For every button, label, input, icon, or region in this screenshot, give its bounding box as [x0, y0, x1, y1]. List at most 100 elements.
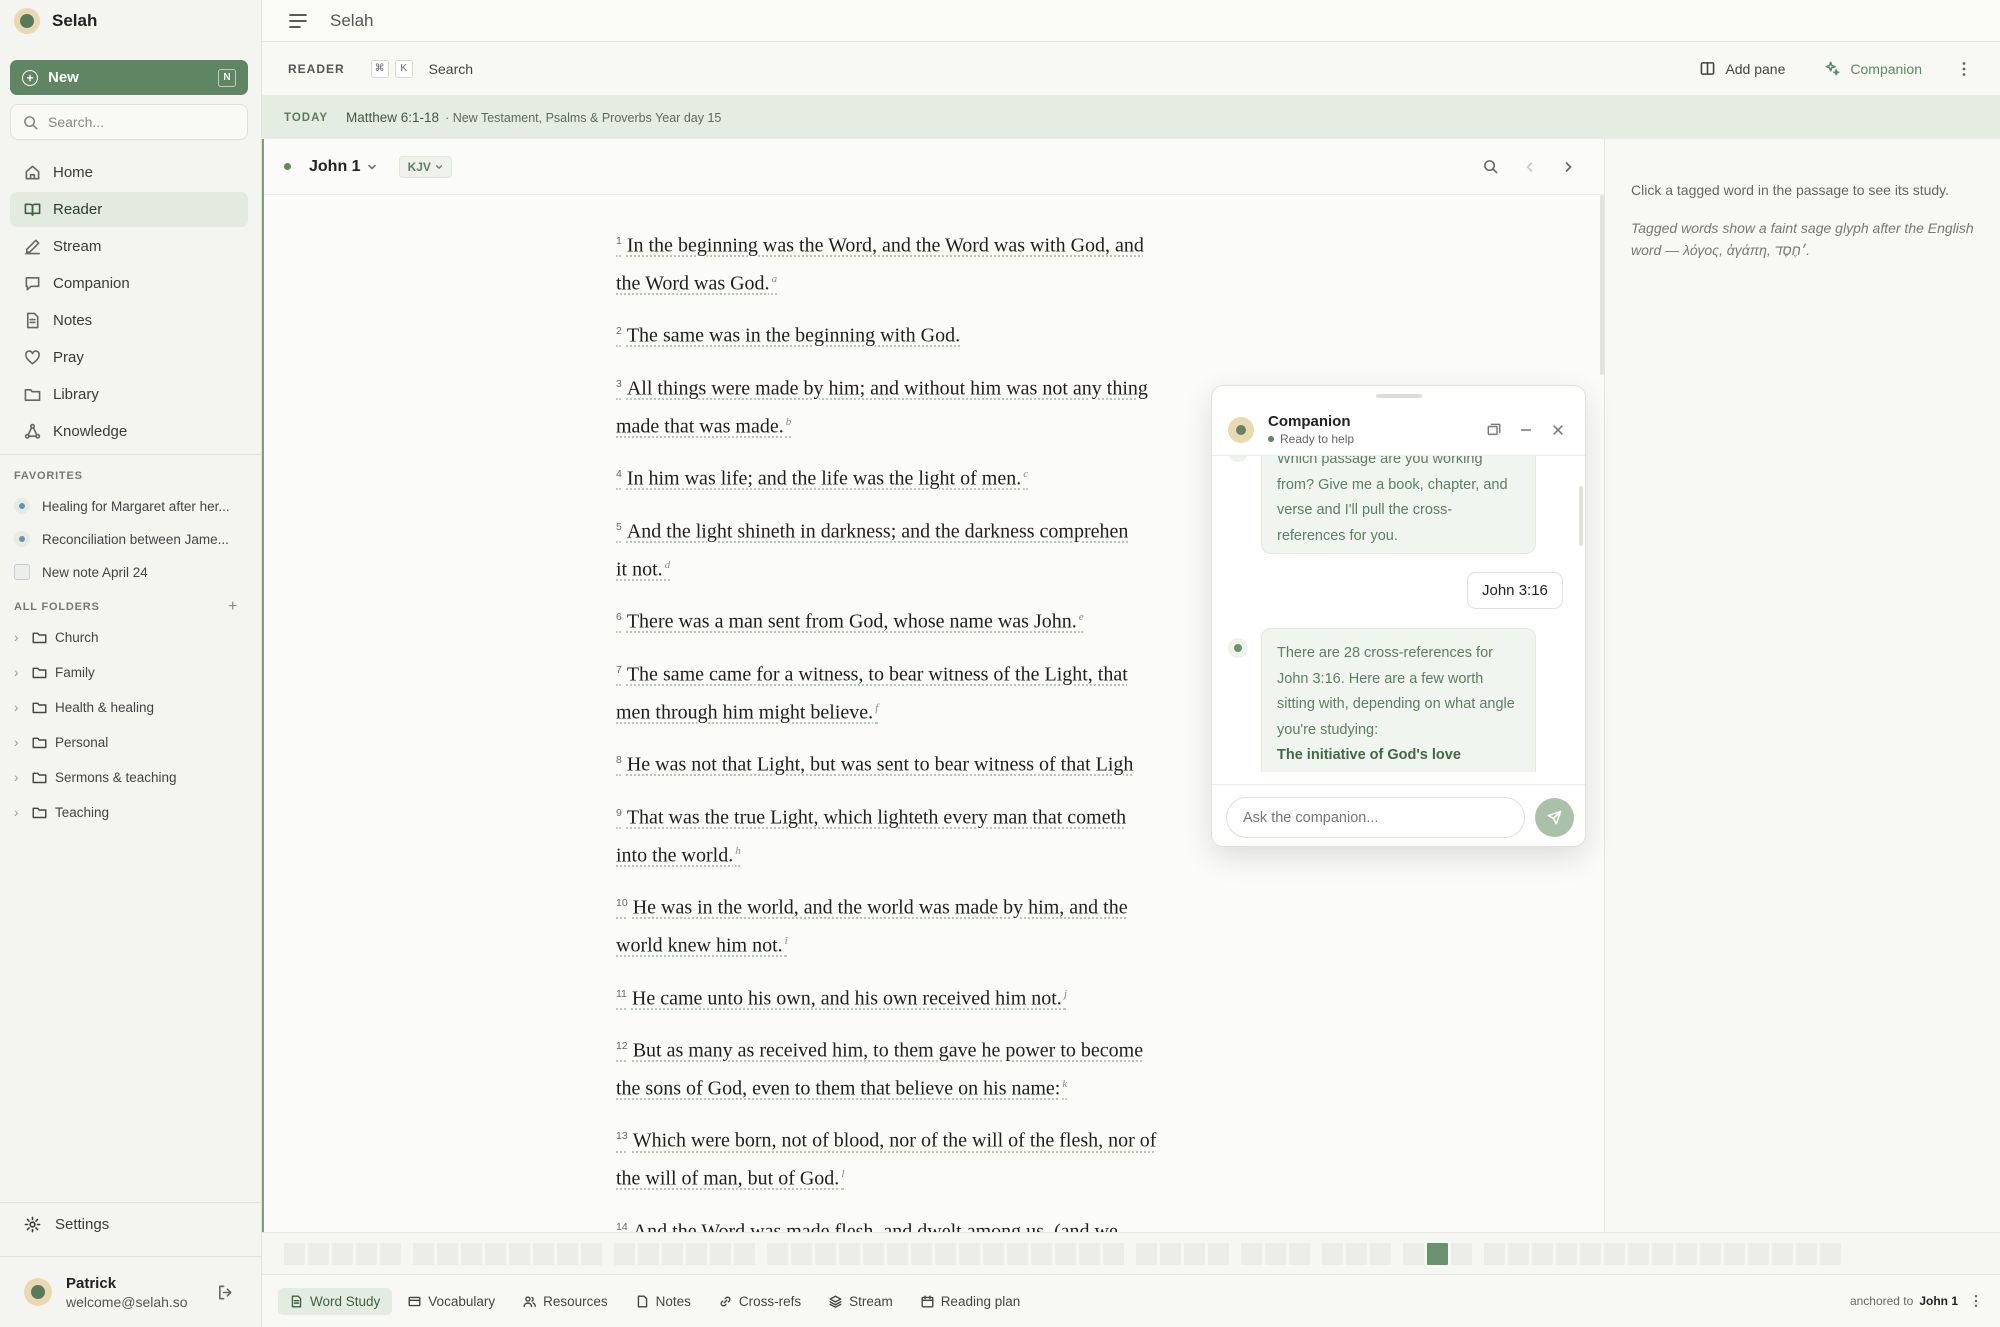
timeline-segment[interactable] [1103, 1242, 1124, 1265]
timeline-segment[interactable] [1508, 1242, 1529, 1265]
footnote-marker[interactable]: j [1064, 988, 1067, 1000]
chevron-right-icon[interactable]: › [14, 805, 24, 820]
timeline-segment[interactable] [1322, 1242, 1343, 1265]
verse-text[interactable]: He was in the world, and the world was m… [633, 897, 1128, 919]
sidebar-search[interactable]: Search... [10, 104, 248, 140]
timeline-segment[interactable] [1055, 1242, 1076, 1265]
verse-text[interactable]: it not. [616, 558, 663, 580]
verse-text[interactable]: The same was in the beginning with God. [627, 325, 960, 347]
verse-text[interactable]: But as many as received him, to them gav… [633, 1040, 1143, 1062]
verse-line[interactable]: world knew him not. i [616, 925, 1256, 963]
timeline-segment[interactable] [284, 1242, 305, 1265]
timeline-segment[interactable] [1451, 1242, 1472, 1265]
search-icon[interactable] [1483, 159, 1498, 174]
sidebar-item-pray[interactable]: Pray [10, 340, 248, 375]
add-pane-button[interactable]: Add pane [1700, 61, 1785, 77]
verse-line[interactable]: 4 In him was life; and the life was the l… [616, 458, 1256, 496]
timeline-segment[interactable] [1820, 1242, 1841, 1265]
verse-line[interactable]: it not. d [616, 549, 1256, 587]
verse-text[interactable]: made that was made. [616, 415, 784, 437]
chevron-right-icon[interactable] [1562, 161, 1574, 173]
timeline-segment[interactable] [1265, 1242, 1286, 1265]
version-selector[interactable]: KJV [398, 155, 452, 178]
tab-stream[interactable]: Stream [817, 1288, 905, 1315]
chevron-left-icon[interactable] [1524, 161, 1536, 173]
verse[interactable]: 11 He came unto his own, and his own rece… [616, 978, 1256, 1016]
chevron-right-icon[interactable]: › [14, 770, 24, 785]
folder-item[interactable]: › Health & healing [14, 692, 244, 722]
sidebar-item-stream[interactable]: Stream [10, 229, 248, 264]
verse[interactable]: 4 In him was life; and the life was the l… [616, 458, 1256, 496]
chevron-right-icon[interactable]: › [14, 665, 24, 680]
chapter-timeline[interactable] [262, 1232, 2000, 1274]
tab-reading-plan[interactable]: Reading plan [909, 1288, 1033, 1315]
verse-line[interactable]: the sons of God, even to them that belie… [616, 1068, 1256, 1106]
favorite-item[interactable]: Reconciliation between Jame... [14, 524, 244, 554]
close-icon[interactable] [1551, 423, 1565, 437]
sidebar-item-companion[interactable]: Companion [10, 266, 248, 301]
today-reference[interactable]: Matthew 6:1-18 [346, 110, 439, 125]
timeline-segment[interactable] [638, 1242, 659, 1265]
verse-line[interactable]: 5 And the light shineth in darkness; and … [616, 511, 1256, 549]
verse-text[interactable]: All things were made by him; and without… [627, 378, 1148, 400]
verse[interactable]: 1 In the beginning was the Word, and the … [616, 225, 1256, 300]
timeline-segment[interactable] [1403, 1242, 1424, 1265]
footnote-marker[interactable]: h [735, 845, 741, 857]
footnote-marker[interactable]: k [1062, 1078, 1067, 1090]
verse-line[interactable]: 2 The same was in the beginning with God. [616, 315, 1256, 353]
timeline-segment[interactable] [863, 1242, 884, 1265]
timeline-segment[interactable] [437, 1242, 458, 1265]
footnote-marker[interactable]: l [841, 1168, 844, 1180]
verse-text[interactable]: the Word was God. [616, 272, 770, 294]
verse-text[interactable]: into the world. [616, 844, 733, 866]
timeline-segment-current[interactable] [1427, 1242, 1448, 1265]
timeline-segment[interactable] [1772, 1242, 1793, 1265]
timeline-segment[interactable] [1160, 1242, 1181, 1265]
timeline-segment[interactable] [686, 1242, 707, 1265]
verse-text[interactable]: the will of man, but of God. [616, 1168, 839, 1190]
verse-line[interactable]: 13 Which were born, not of blood, nor of … [616, 1120, 1256, 1158]
sidebar-item-library[interactable]: Library [10, 377, 248, 412]
timeline-segment[interactable] [1556, 1242, 1577, 1265]
footnote-marker[interactable]: b [786, 416, 792, 428]
tab-notes[interactable]: Notes [624, 1288, 703, 1315]
footnote-marker[interactable]: e [1079, 611, 1084, 623]
timeline-segment[interactable] [815, 1242, 836, 1265]
settings-button[interactable]: Settings [24, 1216, 109, 1233]
verse-text[interactable]: And the light shineth in darkness; and t… [627, 521, 1129, 543]
verse[interactable]: 8 He was not that Light, but was sent to … [616, 744, 1256, 782]
timeline-segment[interactable] [1532, 1242, 1553, 1265]
verse-line[interactable]: 7 The same came for a witness, to bear wi… [616, 654, 1256, 692]
timeline-segment[interactable] [1031, 1242, 1052, 1265]
menu-icon[interactable] [288, 11, 308, 31]
verse-text[interactable]: He was not that Light, but was sent to b… [627, 754, 1134, 776]
verse-line[interactable]: 10 He was in the world, and the world was… [616, 887, 1256, 925]
timeline-segment[interactable] [911, 1242, 932, 1265]
verse-line[interactable]: 9 That was the true Light, which lighteth… [616, 797, 1256, 835]
timeline-segment[interactable] [461, 1242, 482, 1265]
footnote-marker[interactable]: a [772, 273, 778, 285]
timeline-segment[interactable] [614, 1242, 635, 1265]
timeline-segment[interactable] [1484, 1242, 1505, 1265]
folder-item[interactable]: › Teaching [14, 797, 244, 827]
timeline-segment[interactable] [1748, 1242, 1769, 1265]
timeline-segment[interactable] [662, 1242, 683, 1265]
more-vertical-icon[interactable] [1974, 1294, 1978, 1308]
tab-resources[interactable]: Resources [511, 1288, 620, 1315]
timeline-segment[interactable] [1370, 1242, 1391, 1265]
add-folder-button[interactable]: + [228, 598, 237, 616]
timeline-segment[interactable] [1289, 1242, 1310, 1265]
verse[interactable]: 12 But as many as received him, to them g… [616, 1030, 1256, 1105]
verse-line[interactable]: 6 There was a man sent from God, whose na… [616, 601, 1256, 639]
timeline-segment[interactable] [1700, 1242, 1721, 1265]
verse[interactable]: 3 All things were made by him; and withou… [616, 368, 1256, 443]
timeline-segment[interactable] [332, 1242, 353, 1265]
verse[interactable]: 10 He was in the world, and the world was… [616, 887, 1256, 962]
brand[interactable]: Selah [14, 8, 97, 34]
folder-item[interactable]: › Personal [14, 727, 244, 757]
timeline-segment[interactable] [1079, 1242, 1100, 1265]
timeline-segment[interactable] [1676, 1242, 1697, 1265]
timeline-segment[interactable] [308, 1242, 329, 1265]
send-button[interactable] [1535, 798, 1574, 837]
timeline-segment[interactable] [734, 1242, 755, 1265]
